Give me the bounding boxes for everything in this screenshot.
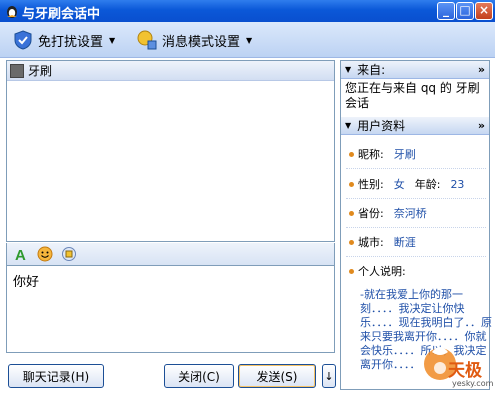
window-title: 与牙刷会话中 — [22, 7, 101, 22]
chat-header: 牙刷 — [7, 61, 334, 81]
watermark-brand: 天极 — [448, 361, 482, 381]
profile-section-title: 用户资料 — [357, 119, 406, 133]
divider — [346, 227, 486, 228]
font-icon[interactable]: A — [13, 246, 29, 262]
expand-icon: » — [477, 63, 485, 76]
chevron-down-icon: ▼ — [109, 35, 116, 45]
signature-label: 个人说明: — [358, 265, 406, 278]
bullet-icon — [349, 151, 354, 157]
divider — [346, 168, 486, 169]
dnd-settings-label: 免打扰设置 — [38, 34, 104, 50]
chevron-down-icon: ▼ — [246, 35, 253, 45]
age-label: 年龄: — [414, 178, 441, 191]
city-label: 城市: — [358, 236, 384, 249]
chat-area: 牙刷 A 你好 聊天记录(H) 关闭(C) 发送(S) ↓ — [6, 60, 336, 390]
profile-section-header[interactable]: ▼ 用户资料 » — [341, 117, 489, 135]
send-options-button[interactable]: ↓ — [322, 364, 336, 388]
message-mode-icon — [137, 30, 157, 50]
bullet-icon — [349, 239, 354, 245]
message-mode-button[interactable]: 消息模式设置 ▼ — [136, 29, 252, 51]
title-bar: 与牙刷会话中 _ □ × — [0, 0, 495, 22]
maximize-button[interactable]: □ — [456, 2, 474, 20]
toolbar: 免打扰设置 ▼ 消息模式设置 ▼ — [0, 22, 495, 58]
city-value: 断涯 — [393, 236, 416, 249]
bullet-icon — [349, 268, 354, 274]
minimize-button[interactable]: _ — [437, 2, 455, 20]
from-text: 您正在与来自 qq 的 牙刷 会话 — [345, 81, 480, 110]
province-row: 省份: 奈河桥 — [349, 205, 427, 221]
dnd-settings-button[interactable]: 免打扰设置 ▼ — [12, 29, 115, 51]
signature-row: 个人说明: — [349, 263, 406, 279]
chat-history-button[interactable]: 聊天记录(H) — [8, 364, 104, 388]
avatar — [10, 63, 24, 78]
province-value: 奈河桥 — [393, 207, 427, 220]
message-mode-label: 消息模式设置 — [162, 34, 241, 50]
shield-icon — [14, 30, 32, 50]
gender-row: 性别: 女 年龄: 23 — [349, 176, 464, 192]
collapse-icon: ▼ — [345, 65, 352, 74]
message-input[interactable]: 你好 — [6, 265, 335, 353]
gender-label: 性别: — [358, 178, 384, 191]
nickname-label: 昵称: — [358, 148, 384, 161]
nickname-value: 牙刷 — [393, 148, 416, 161]
contact-name: 牙刷 — [28, 64, 53, 78]
from-section-title: 来自: — [357, 63, 386, 77]
divider — [346, 256, 486, 257]
watermark-site: yesky.com — [452, 379, 494, 388]
collapse-icon: ▼ — [345, 121, 352, 130]
gender-value: 女 — [393, 178, 405, 191]
from-section-header[interactable]: ▼ 来自: » — [341, 61, 489, 79]
close-window-button[interactable]: × — [475, 2, 493, 20]
emoticon-icon[interactable] — [37, 246, 53, 262]
format-toolbar: A — [6, 243, 335, 265]
city-row: 城市: 断涯 — [349, 234, 416, 250]
bullet-icon — [349, 210, 354, 216]
qq-penguin-icon — [7, 6, 17, 18]
nickname-row: 昵称: 牙刷 — [349, 146, 416, 162]
screenshot-icon[interactable] — [61, 246, 77, 262]
svg-text:A: A — [15, 247, 26, 262]
age-value: 23 — [450, 177, 465, 191]
chat-history-panel[interactable]: 牙刷 — [6, 60, 335, 242]
send-button[interactable]: 发送(S) — [238, 364, 316, 388]
divider — [346, 198, 486, 199]
province-label: 省份: — [358, 207, 384, 220]
close-button[interactable]: 关闭(C) — [164, 364, 234, 388]
bullet-icon — [349, 181, 354, 187]
expand-icon: » — [477, 119, 485, 132]
